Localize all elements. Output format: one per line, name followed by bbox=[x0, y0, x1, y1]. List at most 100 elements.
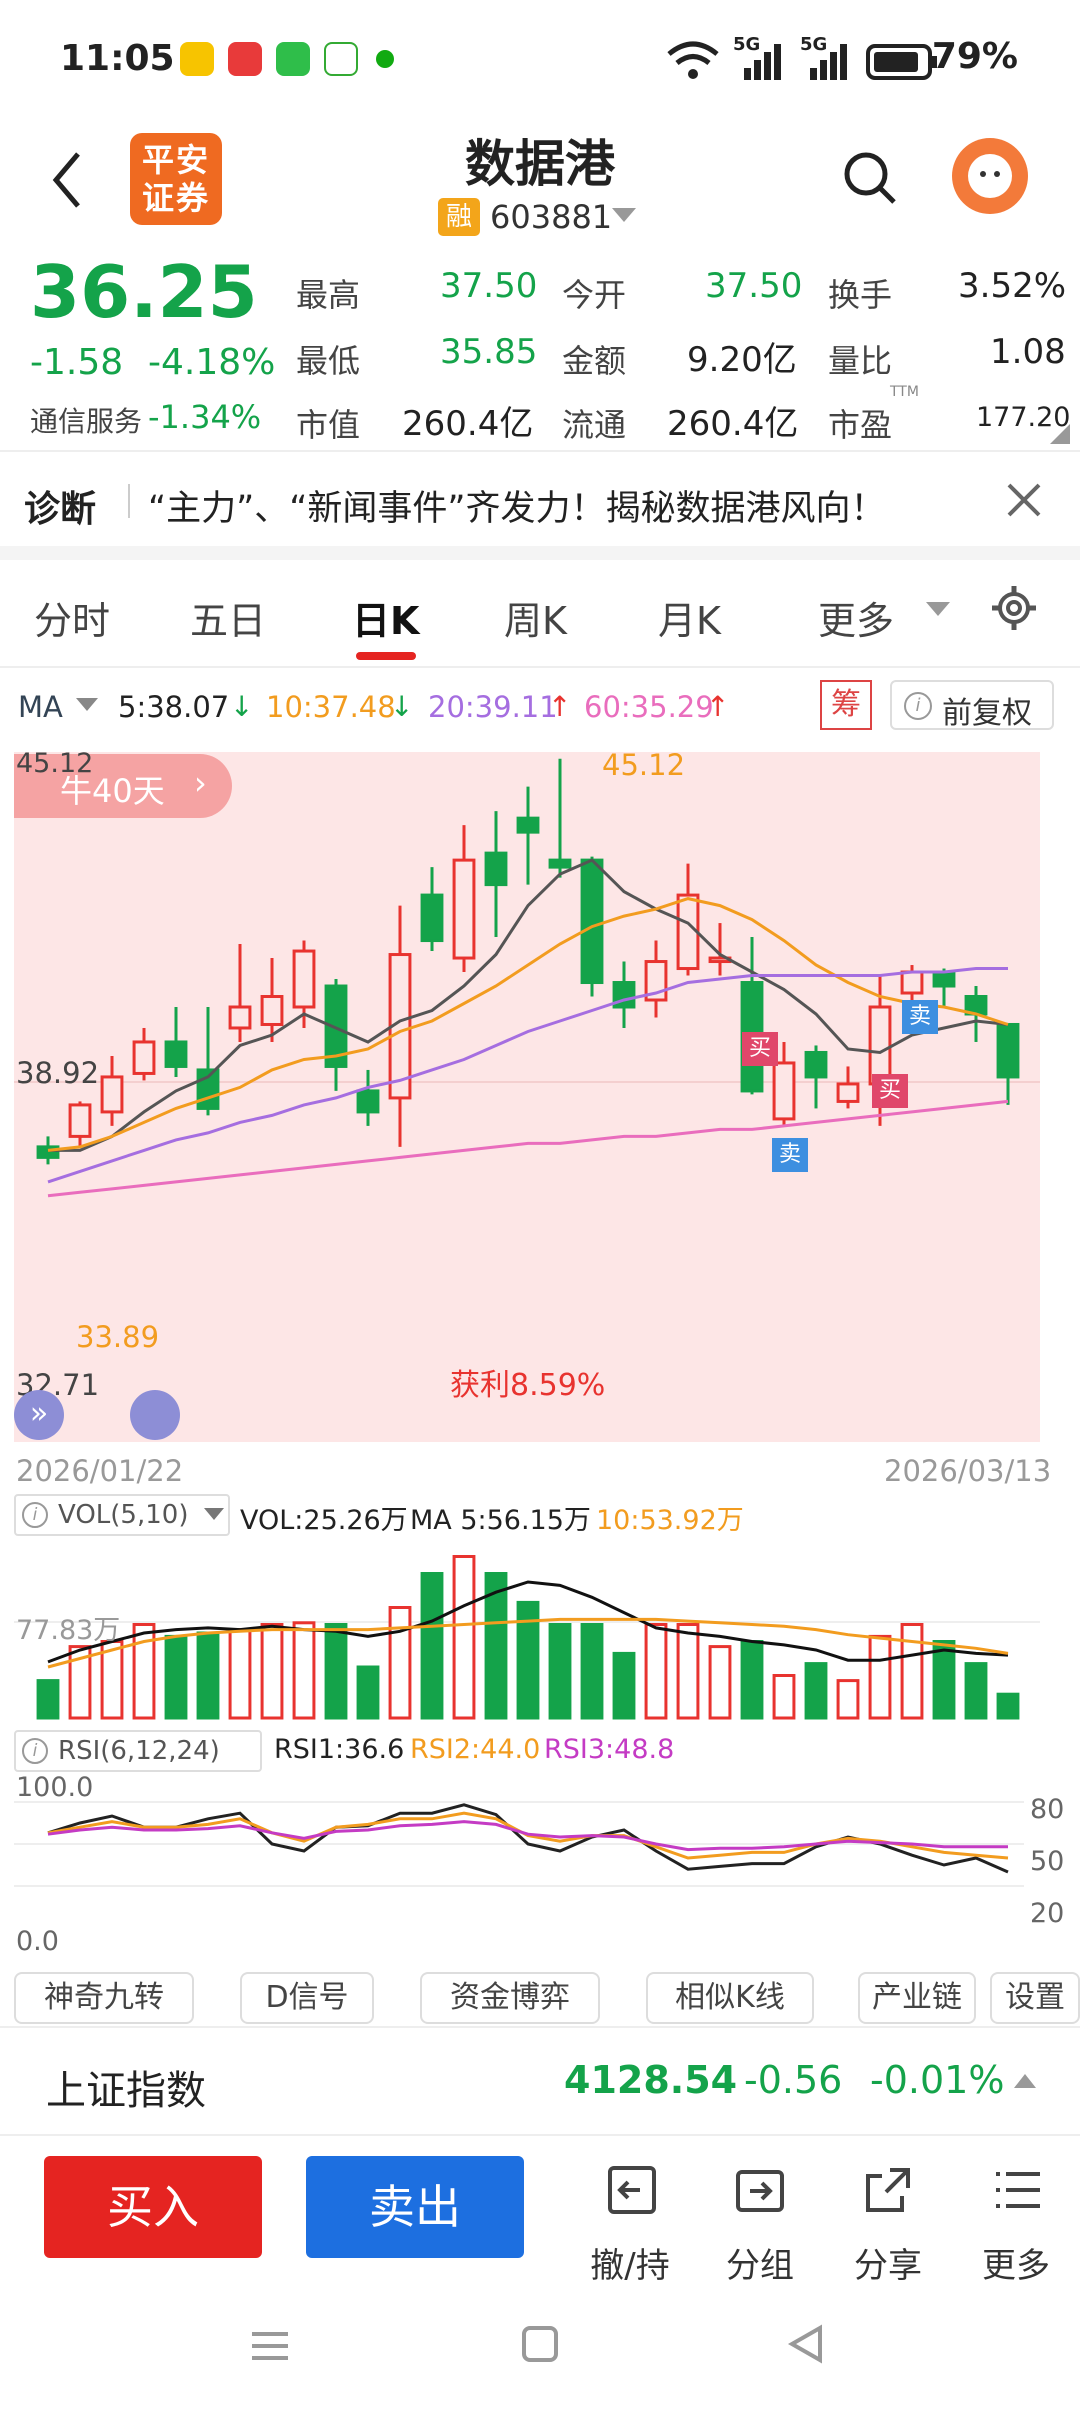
more-label[interactable]: 更多 bbox=[966, 2238, 1066, 2287]
cancel-hold-label[interactable]: 撤/持 bbox=[580, 2238, 680, 2287]
rsi1-value: RSI1:36.6 bbox=[274, 1734, 405, 1765]
buy-signal-marker[interactable]: 买 bbox=[872, 1074, 908, 1108]
stock-code[interactable]: 603881 bbox=[490, 198, 612, 236]
volume-bar bbox=[708, 1645, 732, 1720]
group-label[interactable]: 分组 bbox=[710, 2238, 810, 2287]
rsi-chart[interactable] bbox=[14, 1774, 1024, 1914]
app-notification-icon bbox=[180, 42, 214, 76]
battery-percent: 79% bbox=[931, 36, 1018, 77]
tab-more[interactable]: 更多 bbox=[818, 590, 894, 645]
period-tabs: 分时 五日 日K 周K 月K 更多 bbox=[0, 560, 1080, 668]
diagnosis-text: “主力”、“新闻事件”齐发力！揭秘数据港风向！ bbox=[148, 489, 886, 529]
share-label[interactable]: 分享 bbox=[838, 2238, 938, 2287]
ma-label[interactable]: MA bbox=[18, 690, 63, 724]
pe-ttm-tag: TTM bbox=[890, 384, 919, 400]
tab-intraday[interactable]: 分时 bbox=[34, 590, 110, 645]
tab-daily-k[interactable]: 日K bbox=[352, 590, 419, 645]
group-icon[interactable] bbox=[734, 2164, 786, 2216]
up-arrow-icon: ↑ bbox=[706, 690, 730, 723]
gear-icon[interactable] bbox=[990, 584, 1038, 632]
volume-bar bbox=[868, 1634, 892, 1720]
volume-bar bbox=[420, 1572, 444, 1720]
volume-bar bbox=[36, 1679, 60, 1720]
rsi-indicator-selector[interactable]: i RSI(6,12,24) bbox=[14, 1730, 262, 1772]
candle-body bbox=[548, 858, 572, 869]
candle-body bbox=[484, 851, 508, 887]
open-value: 37.50 bbox=[705, 266, 803, 306]
tab-five-day[interactable]: 五日 bbox=[190, 590, 266, 645]
tool-similar-k[interactable]: 相似K线 bbox=[646, 1972, 814, 2024]
candle-body bbox=[164, 1040, 188, 1068]
diagnosis-banner[interactable]: 诊断 “主力”、“新闻事件”齐发力！揭秘数据港风向！ bbox=[0, 456, 1080, 546]
menu-icon[interactable] bbox=[992, 2164, 1044, 2216]
cancel-order-icon[interactable] bbox=[606, 2164, 658, 2216]
battery-icon bbox=[866, 44, 937, 80]
tool-industry-chain[interactable]: 产业链 bbox=[858, 1972, 976, 2024]
volume-ratio-value: 1.08 bbox=[990, 332, 1066, 372]
sell-signal-marker[interactable]: 卖 bbox=[772, 1138, 808, 1172]
tool-d-signal[interactable]: D信号 bbox=[240, 1972, 374, 2024]
candle-body bbox=[452, 858, 476, 960]
float-cap-label: 流通 bbox=[562, 406, 627, 444]
up-arrow-icon: ↑ bbox=[548, 690, 572, 723]
sector-name[interactable]: 通信服务 bbox=[30, 400, 142, 440]
buy-signal-marker[interactable]: 买 bbox=[742, 1032, 778, 1066]
sell-button[interactable]: 卖出 bbox=[306, 2156, 524, 2258]
volume-bar bbox=[676, 1623, 700, 1720]
rsi-indicator-label: RSI(6,12,24) bbox=[58, 1736, 220, 1766]
buy-button[interactable]: 买入 bbox=[44, 2156, 262, 2258]
chevron-down-icon[interactable] bbox=[612, 208, 636, 224]
candle-body bbox=[68, 1103, 92, 1138]
candle-body bbox=[772, 1061, 796, 1121]
expand-left-icon[interactable]: » bbox=[14, 1390, 64, 1440]
chevron-up-icon[interactable] bbox=[1014, 2074, 1036, 2088]
date-start: 2026/01/22 bbox=[16, 1454, 184, 1488]
tab-weekly-k[interactable]: 周K bbox=[504, 590, 567, 645]
tool-settings[interactable]: 设置 bbox=[990, 1972, 1080, 2024]
signal-icon bbox=[810, 44, 847, 80]
volume-bar bbox=[452, 1555, 476, 1720]
index-bar[interactable]: 上证指数 4128.54 -0.56 -0.01% bbox=[0, 2026, 1080, 2136]
assistant-avatar-icon[interactable] bbox=[950, 136, 1030, 216]
back-nav-icon[interactable] bbox=[786, 2324, 826, 2364]
last-price: 36.25 bbox=[30, 250, 258, 334]
vol-axis-label: 77.83万 bbox=[16, 1615, 121, 1646]
vol-ma10-value: 10:53.92万 bbox=[596, 1505, 744, 1536]
tab-active-indicator bbox=[356, 652, 416, 660]
index-name: 上证指数 bbox=[46, 2068, 206, 2114]
market-cap-label: 市值 bbox=[296, 406, 361, 444]
fullscreen-icon[interactable] bbox=[130, 1390, 180, 1440]
tool-fund-game[interactable]: 资金博弈 bbox=[420, 1972, 600, 2024]
high-value: 37.50 bbox=[440, 266, 538, 306]
recent-apps-icon[interactable] bbox=[250, 2326, 290, 2366]
ma20-value: 20:39.11 bbox=[428, 690, 558, 724]
share-icon[interactable] bbox=[862, 2164, 914, 2216]
home-icon[interactable] bbox=[520, 2324, 560, 2364]
volume-bar bbox=[772, 1674, 796, 1720]
margin-badge: 融 bbox=[438, 198, 480, 236]
chip-button[interactable]: 筹 bbox=[820, 680, 872, 730]
dot-icon bbox=[376, 50, 394, 68]
profit-label: 获利8.59% bbox=[450, 1368, 606, 1403]
search-icon[interactable] bbox=[842, 150, 898, 206]
chevron-down-icon[interactable] bbox=[926, 602, 950, 618]
volume-chart[interactable] bbox=[14, 1540, 1040, 1720]
candle-body bbox=[356, 1089, 380, 1114]
volume-bar bbox=[900, 1623, 924, 1720]
candle-body bbox=[932, 970, 956, 988]
sell-signal-marker[interactable]: 卖 bbox=[902, 1000, 938, 1034]
app-notification-icon bbox=[324, 42, 358, 76]
chevron-down-icon[interactable] bbox=[76, 698, 98, 712]
tab-monthly-k[interactable]: 月K bbox=[658, 590, 721, 645]
tool-magic-nine[interactable]: 神奇九转 bbox=[14, 1972, 194, 2024]
date-end: 2026/03/13 bbox=[884, 1454, 1052, 1488]
adjust-button[interactable]: i 前复权 bbox=[890, 680, 1054, 731]
vol-indicator-label: VOL(5,10) bbox=[58, 1500, 189, 1530]
ma5-value: 5:38.07 bbox=[118, 690, 230, 724]
adjust-label: 前复权 bbox=[942, 696, 1032, 731]
close-icon[interactable] bbox=[1006, 482, 1042, 518]
high-label: 最高 bbox=[296, 276, 361, 314]
chevron-down-icon[interactable] bbox=[204, 1508, 224, 1522]
vol-indicator-selector[interactable]: i VOL(5,10) bbox=[14, 1494, 230, 1536]
candle-body bbox=[100, 1075, 124, 1114]
